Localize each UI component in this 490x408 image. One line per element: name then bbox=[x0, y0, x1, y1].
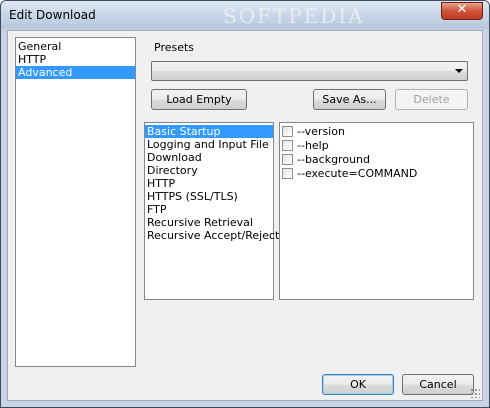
option-group-label: Recursive Retrieval bbox=[147, 216, 253, 229]
option-label: --execute=COMMAND bbox=[297, 167, 418, 180]
option-label: --help bbox=[297, 139, 329, 152]
option-group-list[interactable]: Basic Startup Logging and Input File Dow… bbox=[144, 122, 279, 300]
category-item-http[interactable]: HTTP bbox=[16, 53, 135, 66]
option-group-label: Download bbox=[147, 151, 202, 164]
category-item-label: Advanced bbox=[18, 66, 73, 79]
option-group-https[interactable]: HTTPS (SSL/TLS) bbox=[145, 190, 273, 203]
option-group-ftp[interactable]: FTP bbox=[145, 203, 273, 216]
close-button[interactable]: ✕ bbox=[441, 2, 483, 20]
presets-label: Presets bbox=[154, 41, 195, 54]
resize-grip-icon[interactable] bbox=[470, 388, 480, 398]
option-group-label: Logging and Input File bbox=[147, 138, 269, 151]
option-checkbox[interactable] bbox=[282, 125, 293, 137]
close-icon: ✕ bbox=[456, 2, 468, 17]
chevron-down-icon bbox=[455, 69, 463, 73]
option-checkbox[interactable] bbox=[282, 153, 293, 165]
option-group-logging[interactable]: Logging and Input File bbox=[145, 138, 273, 151]
presets-dropdown[interactable] bbox=[151, 61, 468, 81]
option-group-download[interactable]: Download bbox=[145, 151, 273, 164]
watermark: SOFTPEDIA bbox=[223, 4, 365, 28]
option-group-label: HTTP bbox=[147, 177, 176, 190]
option-checkbox[interactable] bbox=[282, 167, 293, 179]
option-row-execute[interactable]: --execute=COMMAND bbox=[280, 167, 473, 181]
category-item-advanced[interactable]: Advanced bbox=[16, 66, 135, 79]
edit-download-window: Edit Download SOFTPEDIA ✕ General HTTP A… bbox=[0, 0, 490, 408]
option-checkbox[interactable] bbox=[282, 139, 293, 151]
option-group-basic-startup[interactable]: Basic Startup bbox=[145, 125, 273, 138]
dialog-body: General HTTP Advanced Presets Load Empty… bbox=[7, 30, 483, 401]
category-list[interactable]: General HTTP Advanced bbox=[15, 37, 136, 367]
option-group-label: Directory bbox=[147, 164, 198, 177]
option-group-http[interactable]: HTTP bbox=[145, 177, 273, 190]
category-item-label: General bbox=[18, 40, 62, 53]
option-group-label: Recursive Accept/Reject bbox=[147, 229, 280, 242]
option-group-directory[interactable]: Directory bbox=[145, 164, 273, 177]
option-group-recursive-retrieval[interactable]: Recursive Retrieval bbox=[145, 216, 273, 229]
option-label: --background bbox=[297, 153, 370, 166]
options-checklist[interactable]: --version --help --background --execute=… bbox=[279, 122, 474, 300]
title-bar[interactable]: Edit Download SOFTPEDIA ✕ bbox=[1, 1, 489, 29]
option-label: --version bbox=[297, 125, 345, 138]
category-item-general[interactable]: General bbox=[16, 40, 135, 53]
category-item-label: HTTP bbox=[18, 53, 47, 66]
option-row-version[interactable]: --version bbox=[280, 125, 473, 139]
option-group-recursive-accept-reject[interactable]: Recursive Accept/Reject bbox=[145, 229, 279, 242]
ok-button[interactable]: OK bbox=[322, 374, 394, 395]
option-row-help[interactable]: --help bbox=[280, 139, 473, 153]
option-group-label: HTTPS (SSL/TLS) bbox=[147, 190, 238, 203]
window-title: Edit Download bbox=[9, 8, 96, 22]
delete-button[interactable]: Delete bbox=[395, 89, 468, 110]
cancel-button[interactable]: Cancel bbox=[402, 374, 474, 395]
save-as-button[interactable]: Save As... bbox=[313, 89, 386, 110]
option-row-background[interactable]: --background bbox=[280, 153, 473, 167]
load-empty-button[interactable]: Load Empty bbox=[151, 89, 247, 110]
option-group-label: Basic Startup bbox=[147, 125, 221, 138]
option-group-label: FTP bbox=[147, 203, 167, 216]
